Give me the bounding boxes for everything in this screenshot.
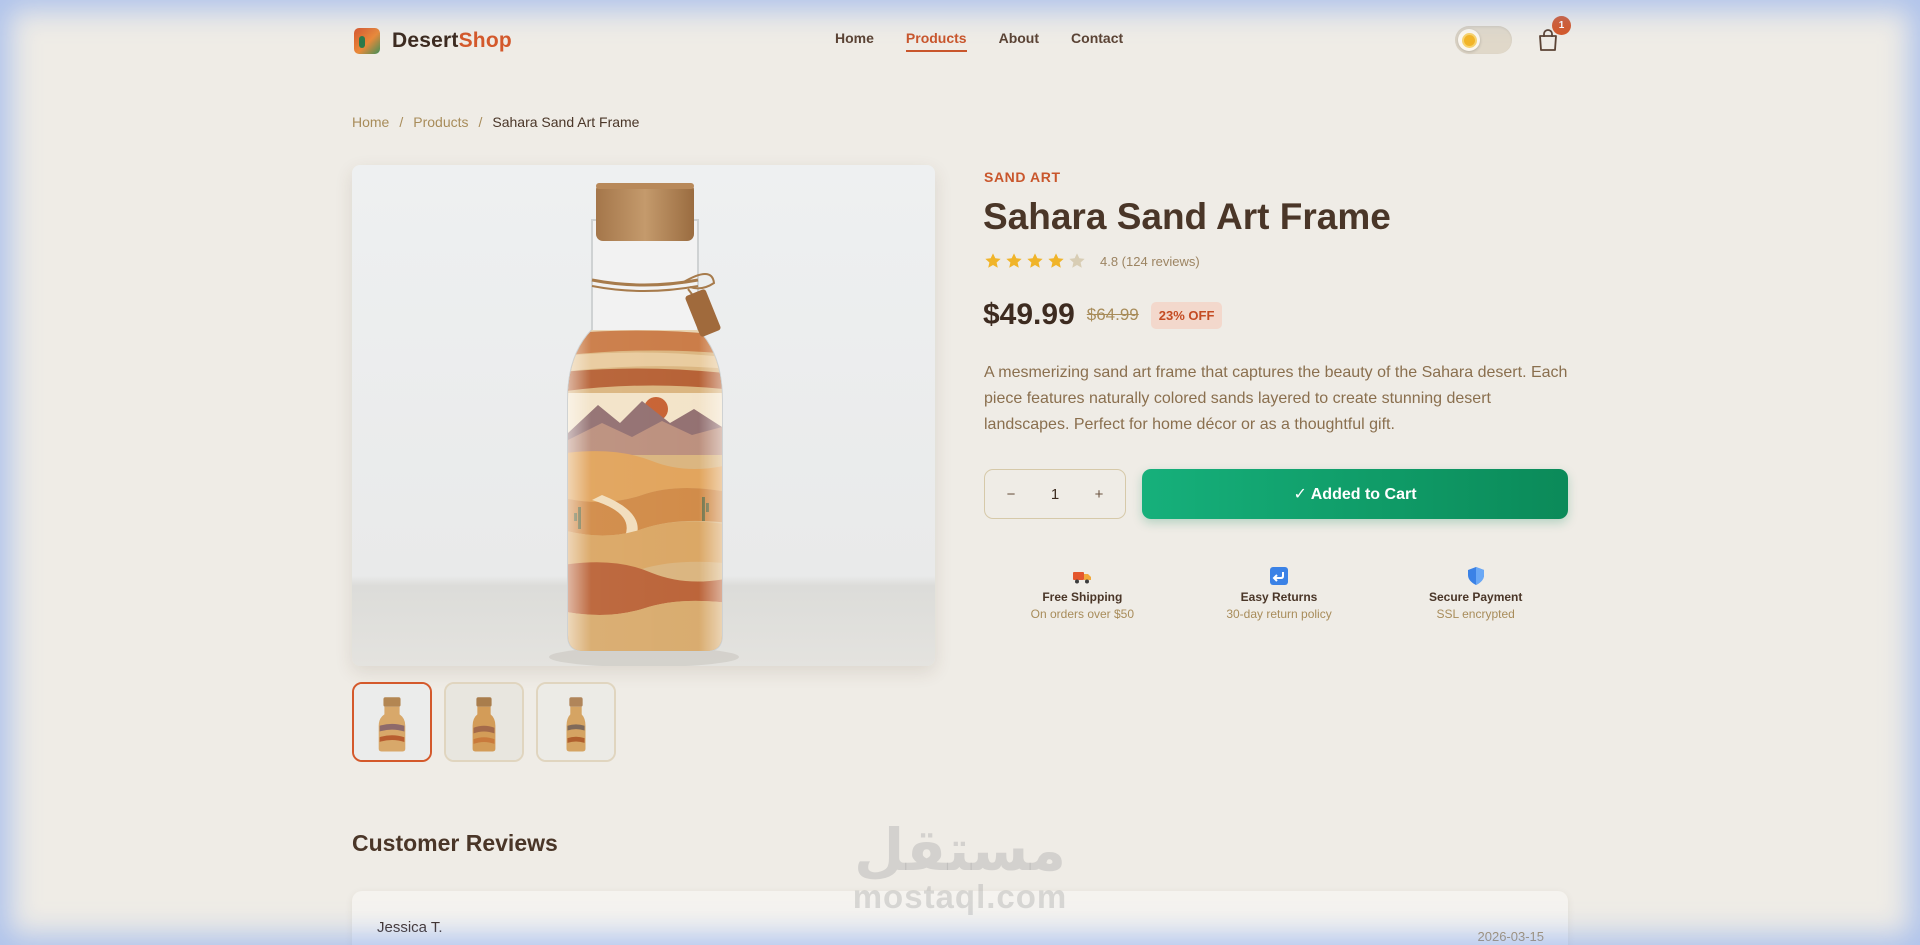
review-card: Jessica T. 2026-03-15: [352, 891, 1568, 945]
brand-name: DesertShop: [392, 29, 512, 53]
product-title: Sahara Sand Art Frame: [983, 196, 1391, 237]
nav-home[interactable]: Home: [835, 30, 874, 52]
thumbnail-3[interactable]: [536, 682, 616, 762]
thumbnail-2[interactable]: [444, 682, 524, 762]
feature-secure-payment: Secure Payment SSL encrypted: [1377, 566, 1574, 621]
breadcrumb-home[interactable]: Home: [352, 114, 389, 130]
product-rating: 4.8 (124 reviews): [984, 252, 1200, 270]
reviewer-name: Jessica T.: [377, 919, 443, 936]
feature-subtitle: On orders over $50: [1030, 607, 1135, 621]
quantity-value[interactable]: 1: [1051, 486, 1059, 503]
brand-name-accent: Shop: [458, 29, 512, 52]
shield-icon: [1467, 567, 1484, 585]
product-category: SAND ART: [984, 169, 1061, 185]
viewport-edge-glow: [0, 0, 1920, 945]
star-filled-icon: [985, 253, 1001, 268]
feature-easy-returns: Easy Returns 30-day return policy: [1181, 566, 1378, 621]
sun-icon: [1463, 34, 1475, 46]
main-nav: Home Products About Contact: [835, 30, 1123, 52]
quantity-increase-button[interactable]: +: [1091, 486, 1107, 503]
add-to-cart-button[interactable]: ✓ Added to Cart: [1142, 469, 1568, 519]
thumbnail-bottle-image: [538, 684, 614, 760]
breadcrumb-current: Sahara Sand Art Frame: [492, 114, 640, 130]
price-row: $49.99 $64.99 23% OFF: [983, 298, 1223, 332]
sand-bottle-image: [352, 165, 935, 666]
thumbnail-bottle-image: [446, 684, 522, 760]
original-price: $64.99: [1086, 305, 1139, 324]
nav-products[interactable]: Products: [905, 30, 967, 52]
cart-count-badge: 1: [1552, 16, 1571, 35]
thumbnail-strip: [352, 682, 616, 762]
product-description: A mesmerizing sand art frame that captur…: [984, 364, 1568, 433]
thumbnail-1[interactable]: [352, 682, 432, 762]
rating-summary[interactable]: 4.8 (124 reviews): [1100, 254, 1200, 269]
thumbnail-bottle-image: [354, 684, 430, 760]
watermark-arabic: مستقل: [853, 816, 1067, 884]
breadcrumb-products[interactable]: Products: [413, 114, 468, 130]
logo-icon: [354, 28, 380, 54]
star-filled-icon: [1048, 253, 1064, 268]
feature-free-shipping: Free Shipping On orders over $50: [984, 566, 1181, 621]
feature-title: Free Shipping: [1042, 590, 1123, 604]
theme-toggle[interactable]: [1455, 26, 1512, 54]
breadcrumb-separator: /: [478, 114, 483, 130]
quantity-stepper: − 1 +: [984, 469, 1126, 519]
feature-title: Easy Returns: [1240, 590, 1318, 604]
site-header: DesertShop Home Products About Contact 1: [0, 0, 1920, 80]
review-date: 2026-03-15: [1477, 929, 1545, 944]
feature-subtitle: 30-day return policy: [1226, 607, 1332, 621]
brand-name-primary: Desert: [392, 29, 459, 52]
theme-toggle-knob: [1458, 29, 1480, 51]
reviews-heading: Customer Reviews: [352, 830, 558, 856]
quantity-decrease-button[interactable]: −: [1003, 486, 1019, 503]
discount-badge: 23% OFF: [1150, 301, 1223, 329]
product-features: Free Shipping On orders over $50 Easy Re…: [984, 566, 1574, 621]
feature-title: Secure Payment: [1428, 590, 1523, 604]
nav-about[interactable]: About: [999, 30, 1039, 52]
current-price: $49.99: [983, 298, 1075, 331]
feature-subtitle: SSL encrypted: [1436, 607, 1515, 621]
return-arrow-icon: [1270, 567, 1288, 585]
star-empty-icon: [1069, 253, 1085, 268]
product-main-image[interactable]: [352, 165, 935, 666]
star-filled-icon: [1006, 253, 1022, 268]
breadcrumb: Home / Products / Sahara Sand Art Frame: [352, 114, 639, 130]
truck-icon: [1073, 572, 1092, 584]
nav-contact[interactable]: Contact: [1071, 30, 1123, 52]
star-filled-icon: [1027, 253, 1043, 268]
breadcrumb-separator: /: [399, 114, 404, 130]
brand-logo[interactable]: DesertShop: [354, 28, 512, 54]
